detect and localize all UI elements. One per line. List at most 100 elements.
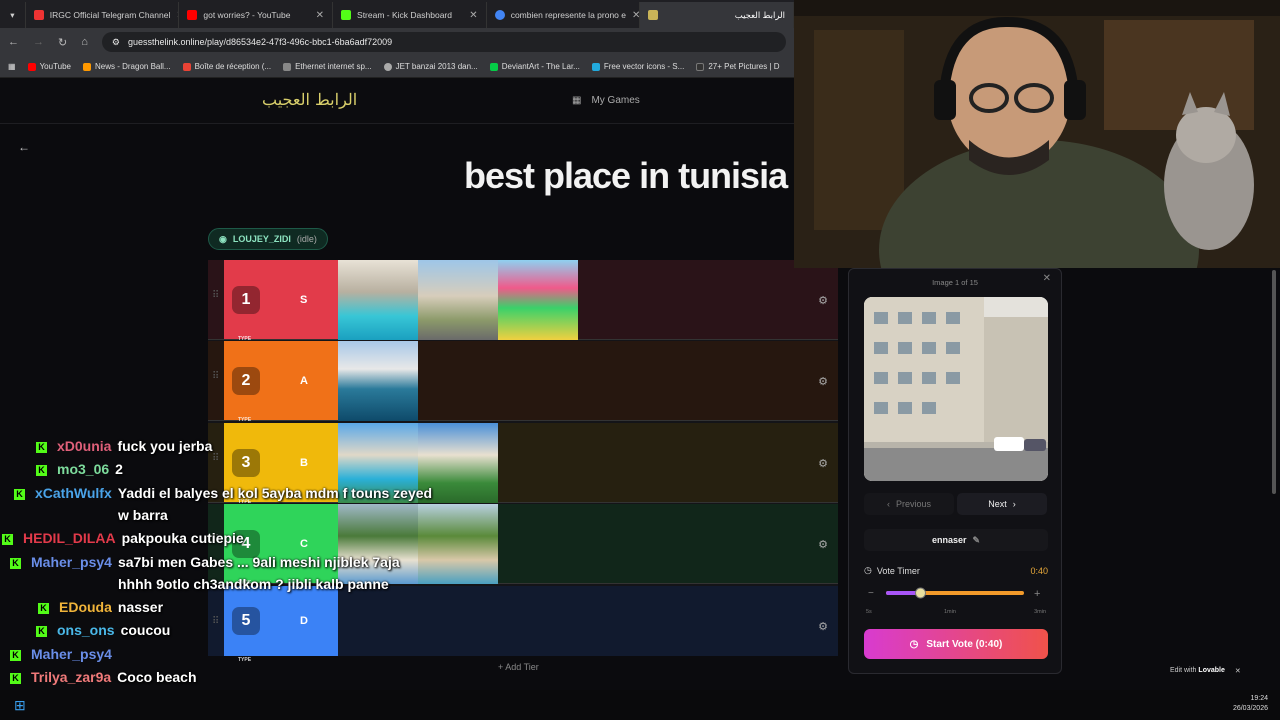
forward-icon[interactable]: → [33,36,44,48]
tier-settings-gear-icon[interactable]: ⚙ [818,538,828,551]
previous-label: Previous [895,499,931,509]
site-header: الرابط العجيب ▦ My Games [0,78,848,124]
browser-tab-active[interactable]: الرابط العجيب [640,2,794,28]
system-clock[interactable]: 19:24 26/03/2026 [1233,694,1268,714]
tier-image-city-avenue[interactable] [418,260,498,340]
timer-slider-thumb[interactable] [915,587,926,599]
browser-tab[interactable]: combien represente la prono e ✕ [487,2,641,28]
site-logo[interactable]: الرابط العجيب [262,90,357,109]
chat-text: 2 [115,461,123,477]
gmail-icon [182,62,191,71]
page-scrollbar[interactable] [1272,270,1276,494]
tier-settings-gear-icon[interactable]: ⚙ [818,457,828,470]
chat-message: Kmo3_06 2 [36,461,123,477]
tier-label[interactable]: 1 TYPE S [224,260,338,342]
url-text: guessthelink.online/play/d86534e2-47f3-4… [127,37,393,47]
browser-tab[interactable]: IRGC Official Telegram Channel✕ [26,2,180,28]
chat-text: coucou [120,622,171,638]
bookmark-label: Ethernet internet sp... [295,62,372,71]
bookmark-item[interactable]: DeviantArt - The Lar... [489,62,580,71]
bookmark-item[interactable]: News - Dragon Ball... [83,62,171,71]
tier-label[interactable]: 2 TYPE A [224,341,338,423]
tier-settings-gear-icon[interactable]: ⚙ [818,620,828,633]
tab-search-button[interactable]: ▾ [0,2,26,28]
previous-button[interactable]: ‹ Previous [864,493,954,515]
flaticon-icon [591,62,600,71]
clock-icon: ◷ [864,565,872,575]
close-tab-icon[interactable]: ✕ [316,10,324,21]
youtube-favicon-icon [187,10,198,20]
chat-text: fuck you jerba [117,438,213,454]
bookmark-item[interactable]: Boîte de réception (... [182,62,271,71]
tier-settings-gear-icon[interactable]: ⚙ [818,294,828,307]
street-buildings-image [864,297,1048,481]
reload-icon[interactable]: ↻ [58,36,67,49]
drag-handle-icon[interactable]: ⠿ [212,371,219,382]
image-name-field[interactable]: ennaser ✎ [864,529,1048,551]
close-tab-icon[interactable]: ✕ [632,10,639,21]
globe-icon [383,62,392,71]
lovable-badge[interactable]: Edit with Lovable ✕ [1170,667,1241,675]
tier-letter: A [300,374,308,387]
vote-timer-row: ◷ Vote Timer 0:40 [864,565,1048,576]
windows-start-icon[interactable]: ⊞ [14,697,26,714]
next-button[interactable]: Next › [957,493,1047,515]
kick-badge-icon: K [36,441,47,453]
streamer-webcam-image [794,0,1280,268]
tier-image-water-park[interactable] [498,260,578,340]
tier-row[interactable]: ⠿ 2 TYPE A ⚙ [208,341,838,423]
browser-tab[interactable]: got worries? - YouTube ✕ [179,2,334,28]
start-vote-button[interactable]: ◷ Start Vote (0:40) [864,629,1048,659]
tier-image-marina[interactable] [338,341,418,421]
stream-chat-overlay: KxD0unia fuck you jerba Kmo3_06 2 KxCathWulf… [0,434,460,720]
add-tier-button[interactable]: + Add Tier [498,662,539,672]
url-field[interactable]: ⚙ guessthelink.online/play/d86534e2-47f3-… [101,32,786,52]
bookmark-item[interactable]: Ethernet internet sp... [283,62,372,71]
tier-number: 2 TYPE [232,366,260,423]
bookmark-item[interactable]: 27+ Pet Pictures | D [696,62,780,71]
chat-message: w barra [118,507,168,523]
apps-icon[interactable]: ▦ [8,62,16,71]
site-info-icon[interactable]: ⚙ [112,37,120,48]
back-icon[interactable]: ← [8,36,19,48]
bookmark-label: JET banzai 2013 dan... [395,62,478,71]
back-arrow-icon[interactable]: ← [18,140,30,154]
chat-username: xCathWulfx [35,485,112,501]
webcam-overlay [794,0,1280,268]
folder-icon [283,62,292,71]
chat-username: HEDIL_DILAA [23,530,116,546]
tier-image-cave-pool[interactable] [338,260,418,340]
chat-message: K EDouda nasser [38,599,163,615]
user-name: LOUJEY_ZIDI [232,234,291,244]
kick-badge-icon: K [38,602,49,614]
drag-handle-icon[interactable]: ⠿ [212,290,219,301]
bookmark-item[interactable]: JET banzai 2013 dan... [383,62,478,71]
close-tab-icon[interactable]: ✕ [469,10,477,21]
tier-settings-gear-icon[interactable]: ⚙ [818,375,828,388]
edit-with-label: Edit with [1170,667,1197,674]
browser-tab[interactable]: Stream - Kick Dashboard ✕ [333,2,487,28]
deviantart-icon [489,62,498,71]
current-image-preview [864,297,1048,481]
chat-text: nasser [117,599,164,615]
tab-label: Stream - Kick Dashboard [357,10,452,20]
bookmark-item[interactable]: Free vector icons - S... [591,62,684,71]
chat-message: K Maher_psy4 [10,646,118,662]
user-status-pill: ◉ LOUJEY_ZIDI (idle) [208,228,328,250]
minus-icon[interactable]: − [868,588,874,599]
bookmark-item[interactable]: YouTube [27,62,71,71]
chat-username: xD0unia [57,438,112,454]
close-icon[interactable]: ✕ [1235,667,1241,675]
image-name: ennaser [931,535,967,545]
bookmark-label: YouTube [39,62,71,71]
my-games-label: My Games [591,95,640,106]
address-bar: ← → ↻ ⌂ ⚙ guessthelink.online/play/d86534… [0,28,794,56]
plus-icon[interactable]: + [1034,588,1040,600]
vote-timer-slider[interactable]: − + [864,585,1048,601]
tier-row[interactable]: ⠿ 1 TYPE S ⚙ [208,260,838,342]
kick-badge-icon: K [36,625,47,637]
chat-message: Kons_ons coucou [36,622,170,638]
home-icon[interactable]: ⌂ [81,36,88,48]
pencil-icon[interactable]: ✎ [972,535,980,546]
my-games-link[interactable]: ▦ My Games [572,95,640,106]
